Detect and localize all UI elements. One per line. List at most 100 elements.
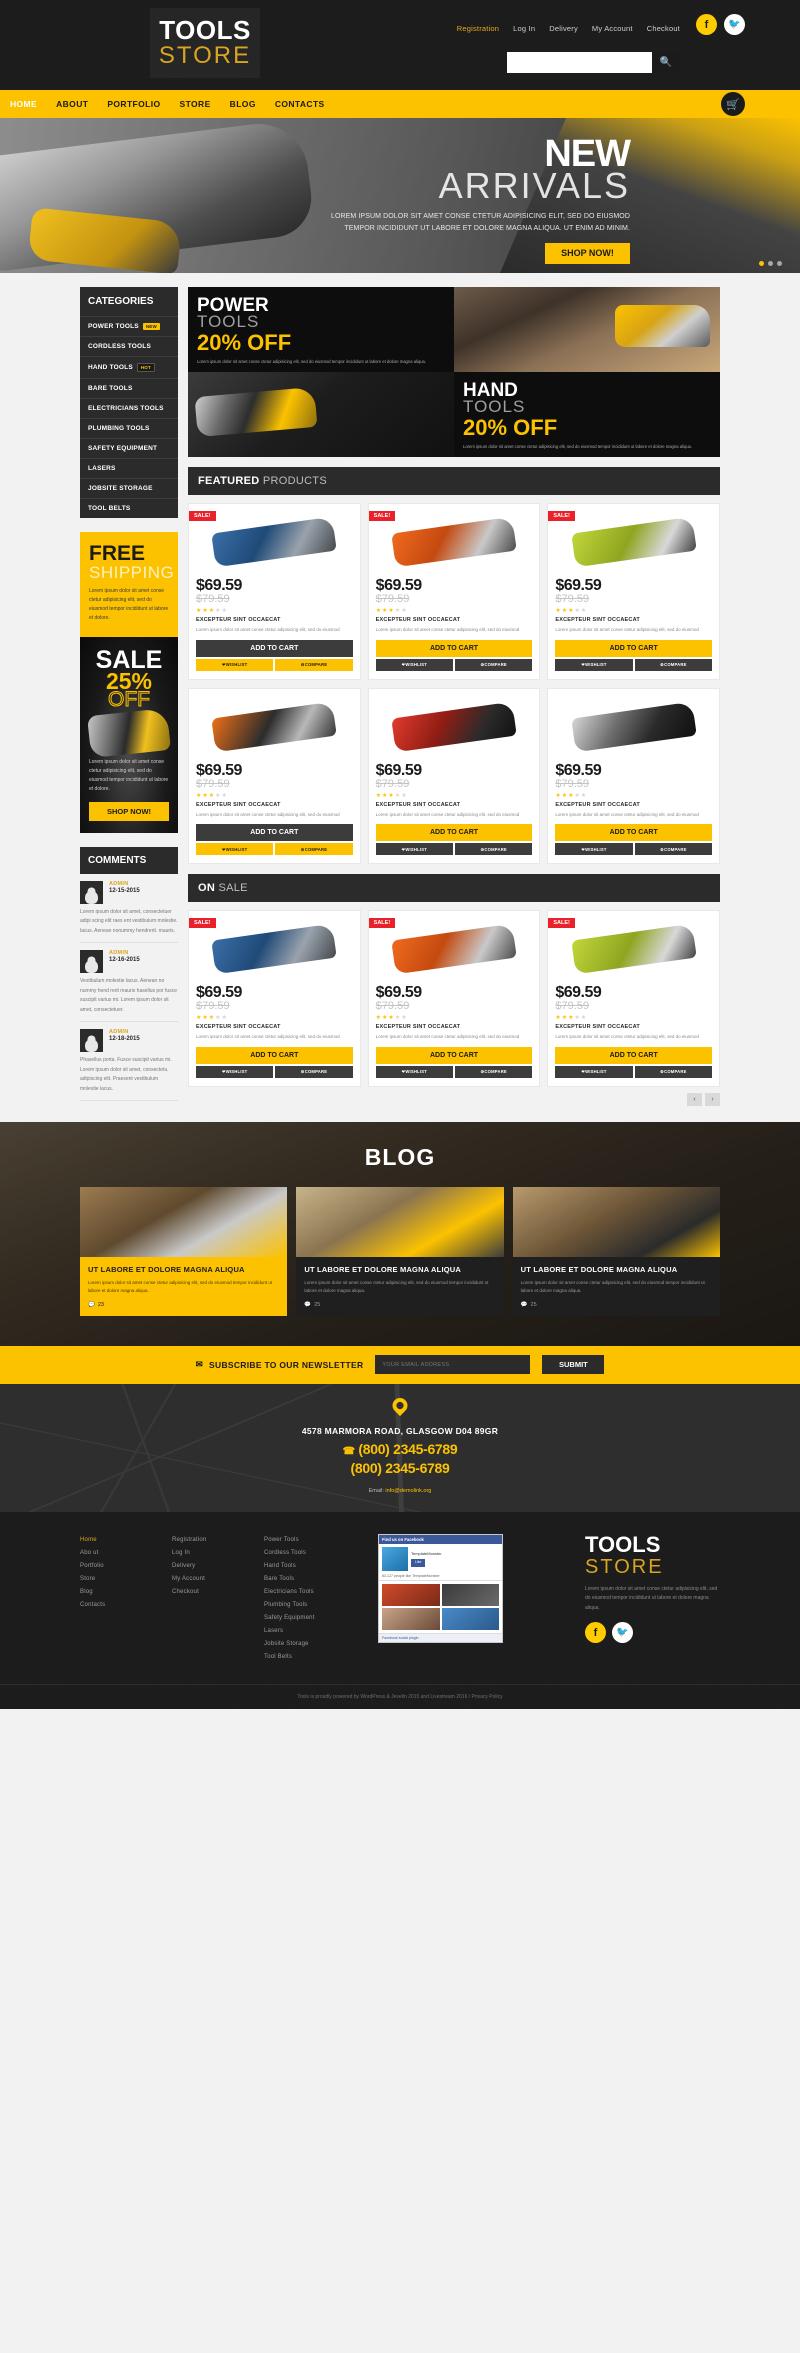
footer-link-login[interactable]: Log In [172, 1547, 250, 1560]
footer-link-bare-tools[interactable]: Bare Tools [264, 1573, 364, 1586]
footer-link-power-tools[interactable]: Power Tools [264, 1534, 364, 1547]
sidebar-item-electricians-tools[interactable]: ELECTRICIANS TOOLS [80, 398, 178, 418]
twitter-icon[interactable]: 🐦 [612, 1622, 633, 1644]
blog-post-title[interactable]: UT LABORE ET DOLORE MAGNA ALIQUA [521, 1264, 712, 1275]
facebook-icon[interactable]: f [696, 14, 717, 35]
contact-email-link[interactable]: info@demolink.org [385, 1488, 431, 1494]
product-card[interactable]: SALE! $69.59 $79.59 ★★★★★ EXCEPTEUR SINT… [547, 910, 721, 1087]
blog-post-card[interactable]: UT LABORE ET DOLORE MAGNA ALIQUA Lorem i… [80, 1186, 288, 1316]
product-title[interactable]: EXCEPTEUR SINT OCCAECAT [196, 802, 353, 808]
product-title[interactable]: EXCEPTEUR SINT OCCAECAT [376, 1024, 533, 1030]
product-title[interactable]: EXCEPTEUR SINT OCCAECAT [196, 1024, 353, 1030]
add-to-cart-button[interactable]: ADD TO CART [375, 824, 533, 842]
product-title[interactable]: EXCEPTEUR SINT OCCAECAT [555, 802, 712, 808]
top-link-my-account[interactable]: My Account [592, 24, 633, 33]
blog-post-title[interactable]: UT LABORE ET DOLORE MAGNA ALIQUA [88, 1264, 279, 1275]
compare-button[interactable]: ⚙ COMPARE [634, 843, 713, 856]
nav-item-store[interactable]: STORE [180, 99, 211, 109]
footer-link-jobsite-storage[interactable]: Jobsite Storage [264, 1638, 364, 1651]
compare-button[interactable]: ⚙ COMPARE [275, 843, 353, 856]
product-title[interactable]: EXCEPTEUR SINT OCCAECAT [376, 802, 533, 808]
contact-phone-2[interactable]: (800) 2345-6789 [0, 1459, 800, 1478]
compare-button[interactable]: ⚙ COMPARE [275, 1065, 353, 1078]
product-title[interactable]: EXCEPTEUR SINT OCCAECAT [376, 617, 533, 623]
sidebar-item-cordless-tools[interactable]: CORDLESS TOOLS [80, 336, 178, 356]
slider-dot-1[interactable] [759, 261, 764, 266]
sidebar-item-lasers[interactable]: LASERS [80, 458, 178, 478]
product-title[interactable]: EXCEPTEUR SINT OCCAECAT [555, 617, 712, 623]
footer-link-my-account[interactable]: My Account [172, 1573, 250, 1586]
nav-item-home[interactable]: HOME [10, 99, 37, 109]
product-card[interactable]: $69.59 $79.59 ★★★★★ EXCEPTEUR SINT OCCAE… [367, 687, 541, 865]
product-card[interactable]: SALE! $69.59 $79.59 ★★★★★ EXCEPTEUR SINT… [188, 503, 361, 680]
compare-button[interactable]: ⚙ COMPARE [455, 658, 533, 671]
compare-button[interactable]: ⚙ COMPARE [275, 658, 353, 671]
twitter-icon[interactable]: 🐦 [724, 14, 745, 35]
carousel-next-button[interactable]: › [705, 1092, 720, 1106]
footer-link-home[interactable]: Home [80, 1534, 158, 1547]
sale-shop-now-button[interactable]: SHOP NOW! [89, 801, 169, 821]
footer-link-lasers[interactable]: Lasers [264, 1625, 364, 1638]
hero-shop-now-button[interactable]: SHOP NOW! [545, 242, 630, 264]
product-title[interactable]: EXCEPTEUR SINT OCCAECAT [555, 1024, 712, 1030]
footer-link-checkout[interactable]: Checkout [172, 1586, 250, 1599]
footer-link-tool-belts[interactable]: Tool Belts [264, 1651, 364, 1664]
newsletter-submit-button[interactable]: SUBMIT [542, 1355, 605, 1375]
product-card[interactable]: SALE! $69.59 $79.59 ★★★★★ EXCEPTEUR SINT… [547, 503, 721, 680]
add-to-cart-button[interactable]: ADD TO CART [555, 824, 713, 842]
sidebar-item-bare-tools[interactable]: BARE TOOLS [80, 378, 178, 398]
sidebar-item-tool-belts[interactable]: TOOL BELTS [80, 498, 178, 518]
promo-hand-tools[interactable]: HAND TOOLS 20% OFF Lorem ipsum dolor sit… [454, 372, 720, 457]
search-button[interactable]: 🔍 [652, 52, 680, 73]
nav-item-about[interactable]: ABOUT [56, 99, 88, 109]
comment-author[interactable]: ADMIN [109, 1029, 140, 1035]
footer-link-portfolio[interactable]: Portfolio [80, 1560, 158, 1573]
product-card[interactable]: SALE! $69.59 $79.59 ★★★★★ EXCEPTEUR SINT… [188, 910, 361, 1087]
compare-button[interactable]: ⚙ COMPARE [634, 1065, 713, 1078]
footer-link-cordless-tools[interactable]: Cordless Tools [264, 1547, 364, 1560]
promo-power-tools[interactable]: POWER TOOLS 20% OFF Lorem ipsum dolor si… [188, 287, 454, 372]
add-to-cart-button[interactable]: ADD TO CART [196, 639, 353, 657]
compare-button[interactable]: ⚙ COMPARE [455, 843, 533, 856]
footer-link-electricians-tools[interactable]: Electricians Tools [264, 1586, 364, 1599]
footer-link-plumbing-tools[interactable]: Plumbing Tools [264, 1599, 364, 1612]
nav-item-contacts[interactable]: CONTACTS [275, 99, 325, 109]
free-shipping-banner[interactable]: FREE SHIPPING Lorem ipsum dolor sit amet… [80, 532, 178, 637]
blog-post-card[interactable]: UT LABORE ET DOLORE MAGNA ALIQUA Lorem i… [296, 1186, 504, 1316]
newsletter-email-input[interactable] [375, 1355, 531, 1375]
footer-link-about[interactable]: Abo ut [80, 1547, 158, 1560]
search-input[interactable] [507, 52, 652, 73]
blog-post-card[interactable]: UT LABORE ET DOLORE MAGNA ALIQUA Lorem i… [512, 1186, 720, 1316]
sidebar-item-jobsite-storage[interactable]: JOBSITE STORAGE [80, 478, 178, 498]
facebook-like-button[interactable]: Like [411, 1559, 426, 1567]
nav-item-blog[interactable]: BLOG [230, 99, 256, 109]
footer-link-safety-equipment[interactable]: Safety Equipment [264, 1612, 364, 1625]
product-card[interactable]: $69.59 $79.59 ★★★★★ EXCEPTEUR SINT OCCAE… [188, 687, 361, 865]
footer-link-blog[interactable]: Blog [80, 1586, 158, 1599]
comment-author[interactable]: ADMIN [109, 881, 140, 887]
site-logo[interactable]: TOOLS STORE [150, 8, 260, 78]
add-to-cart-button[interactable]: ADD TO CART [555, 1046, 713, 1064]
add-to-cart-button[interactable]: ADD TO CART [375, 639, 533, 657]
footer-link-hand-tools[interactable]: Hand Tools [264, 1560, 364, 1573]
product-title[interactable]: EXCEPTEUR SINT OCCAECAT [196, 617, 353, 623]
slider-dot-3[interactable] [777, 261, 782, 266]
wishlist-button[interactable]: ❤ WISHLIST [555, 1065, 633, 1078]
wishlist-button[interactable]: ❤ WISHLIST [375, 658, 454, 671]
top-link-checkout[interactable]: Checkout [647, 24, 680, 33]
blog-post-title[interactable]: UT LABORE ET DOLORE MAGNA ALIQUA [304, 1264, 495, 1275]
nav-item-portfolio[interactable]: PORTFOLIO [107, 99, 160, 109]
wishlist-button[interactable]: ❤ WISHLIST [196, 843, 274, 856]
footer-link-registration[interactable]: Registration [172, 1534, 250, 1547]
top-link-login[interactable]: Log In [513, 24, 535, 33]
wishlist-button[interactable]: ❤ WISHLIST [555, 658, 633, 671]
wishlist-button[interactable]: ❤ WISHLIST [375, 1065, 454, 1078]
footer-link-contacts[interactable]: Contacts [80, 1599, 158, 1612]
product-card[interactable]: $69.59 $79.59 ★★★★★ EXCEPTEUR SINT OCCAE… [547, 687, 721, 865]
facebook-widget[interactable]: Find us on Facebook TemplateMonster Like… [378, 1533, 503, 1664]
contacts-map-section[interactable]: 4578 MARMORA ROAD, GLASGOW D04 89GR ☎ (8… [0, 1383, 800, 1512]
top-link-delivery[interactable]: Delivery [549, 24, 578, 33]
shopping-cart-icon[interactable]: 🛒 [721, 92, 745, 116]
sidebar-item-hand-tools[interactable]: HAND TOOLS HOT [80, 356, 178, 378]
wishlist-button[interactable]: ❤ WISHLIST [196, 1065, 274, 1078]
